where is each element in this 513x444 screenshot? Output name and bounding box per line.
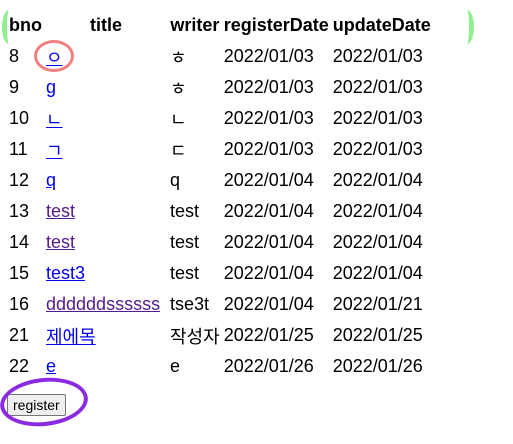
cell-writer: 작성자	[170, 326, 220, 347]
register-button[interactable]: register	[7, 394, 66, 416]
cell-bno: 16	[9, 294, 30, 314]
table-row: 12 q q 2022/01/04 2022/01/04	[8, 166, 432, 195]
cell-bno: 12	[9, 170, 30, 190]
title-link[interactable]: e	[46, 356, 56, 376]
table-row: 15 test3 test 2022/01/04 2022/01/04	[8, 259, 432, 288]
cell-update-date: 2022/01/21	[332, 294, 423, 314]
cell-register-date: 2022/01/04	[223, 294, 314, 314]
table-row: 14 test test 2022/01/04 2022/01/04	[8, 228, 432, 257]
cell-title: ddddddssssss	[45, 290, 167, 319]
title-link[interactable]: ddddddssssss	[46, 294, 160, 314]
cell-bno: 22	[9, 356, 30, 376]
cell-register-date: 2022/01/03	[223, 108, 314, 128]
cell-writer: ㄴ	[170, 109, 187, 130]
cell-writer: test	[170, 232, 200, 252]
cell-update-date: 2022/01/04	[332, 170, 423, 190]
title-link[interactable]: q	[46, 170, 56, 190]
title-link[interactable]: test3	[46, 263, 85, 283]
header-writer: writer	[170, 15, 220, 35]
cell-bno: 14	[9, 232, 30, 252]
table-body: 8 ㅇㅎ 2022/01/03 2022/01/03 9 g ㅎ 2022/01/03 2022…	[8, 42, 432, 381]
cell-bno: 9	[9, 77, 20, 97]
cell-update-date: 2022/01/03	[332, 139, 423, 159]
title-link[interactable]: ㄱ	[46, 141, 63, 161]
cell-register-date: 2022/01/03	[223, 139, 314, 159]
title-link[interactable]: test	[46, 232, 75, 252]
cell-bno: 13	[9, 201, 30, 221]
title-link[interactable]: ㄴ	[46, 110, 63, 130]
cell-update-date: 2022/01/25	[332, 325, 423, 345]
cell-writer: q	[170, 170, 181, 190]
cell-writer: tse3t	[170, 294, 210, 314]
cell-update-date: 2022/01/04	[332, 232, 423, 252]
table-row: 22 e e 2022/01/26 2022/01/26	[8, 352, 432, 381]
cell-writer: test	[170, 201, 200, 221]
table-row: 10 ㄴ ㄴ 2022/01/03 2022/01/03	[8, 104, 432, 133]
cell-title: test3	[45, 259, 167, 288]
cell-title: test	[45, 228, 167, 257]
cell-title: ㅇ	[45, 42, 167, 71]
cell-writer: ㅎ	[170, 47, 187, 68]
table-row: 11 ㄱ ㄷ 2022/01/03 2022/01/03	[8, 135, 432, 164]
board-list-table: bno title writer registerDate updateDate…	[6, 9, 434, 383]
cell-register-date: 2022/01/26	[223, 356, 314, 376]
header-bno: bno	[9, 15, 42, 35]
table-header: bno title writer registerDate updateDate	[8, 11, 432, 40]
cell-title: test	[45, 197, 167, 226]
title-link[interactable]: test	[46, 201, 75, 221]
header-register-date: registerDate	[223, 15, 329, 35]
cell-register-date: 2022/01/04	[223, 170, 314, 190]
cell-register-date: 2022/01/03	[223, 46, 314, 66]
title-link[interactable]: 제에목	[46, 327, 96, 347]
cell-register-date: 2022/01/25	[223, 325, 314, 345]
cell-writer: test	[170, 263, 200, 283]
header-update-date: updateDate	[332, 15, 431, 35]
cell-update-date: 2022/01/04	[332, 263, 423, 283]
title-link[interactable]: g	[46, 77, 56, 97]
title-link[interactable]: ㅇ	[46, 48, 63, 68]
header-right-bracket-annotation	[460, 10, 474, 44]
cell-update-date: 2022/01/26	[332, 356, 423, 376]
table-row: 16 ddddddssssss tse3t 2022/01/04 2022/01/21	[8, 290, 432, 319]
cell-register-date: 2022/01/04	[223, 232, 314, 252]
table-row: 8 ㅇ ㅎ 2022/01/03 2022/01/03	[8, 42, 432, 71]
table-row: 9 g ㅎ 2022/01/03 2022/01/03	[8, 73, 432, 102]
cell-register-date: 2022/01/04	[223, 201, 314, 221]
cell-writer: e	[170, 356, 181, 376]
cell-title: e	[45, 352, 167, 381]
cell-update-date: 2022/01/04	[332, 201, 423, 221]
cell-update-date: 2022/01/03	[332, 46, 423, 66]
cell-title: q	[45, 166, 167, 195]
cell-title: ㄱ	[45, 135, 167, 164]
table-row: 21 제에목 작성자 2022/01/25 2022/01/25	[8, 321, 432, 350]
cell-title: g	[45, 73, 167, 102]
table-row: 13 test test 2022/01/04 2022/01/04	[8, 197, 432, 226]
header-title: title	[89, 15, 122, 35]
cell-title: ㄴ	[45, 104, 167, 133]
cell-update-date: 2022/01/03	[332, 108, 423, 128]
cell-bno: 21	[9, 325, 30, 345]
cell-writer: ㄷ	[170, 140, 187, 161]
cell-writer: ㅎ	[170, 78, 187, 99]
header-row: bno title writer registerDate updateDate	[8, 11, 432, 40]
cell-bno: 8	[9, 46, 20, 66]
cell-bno: 10	[9, 108, 30, 128]
cell-bno: 15	[9, 263, 30, 283]
cell-register-date: 2022/01/03	[223, 77, 314, 97]
cell-update-date: 2022/01/03	[332, 77, 423, 97]
cell-bno: 11	[9, 139, 28, 159]
cell-register-date: 2022/01/04	[223, 263, 314, 283]
cell-title: 제에목	[45, 321, 167, 350]
